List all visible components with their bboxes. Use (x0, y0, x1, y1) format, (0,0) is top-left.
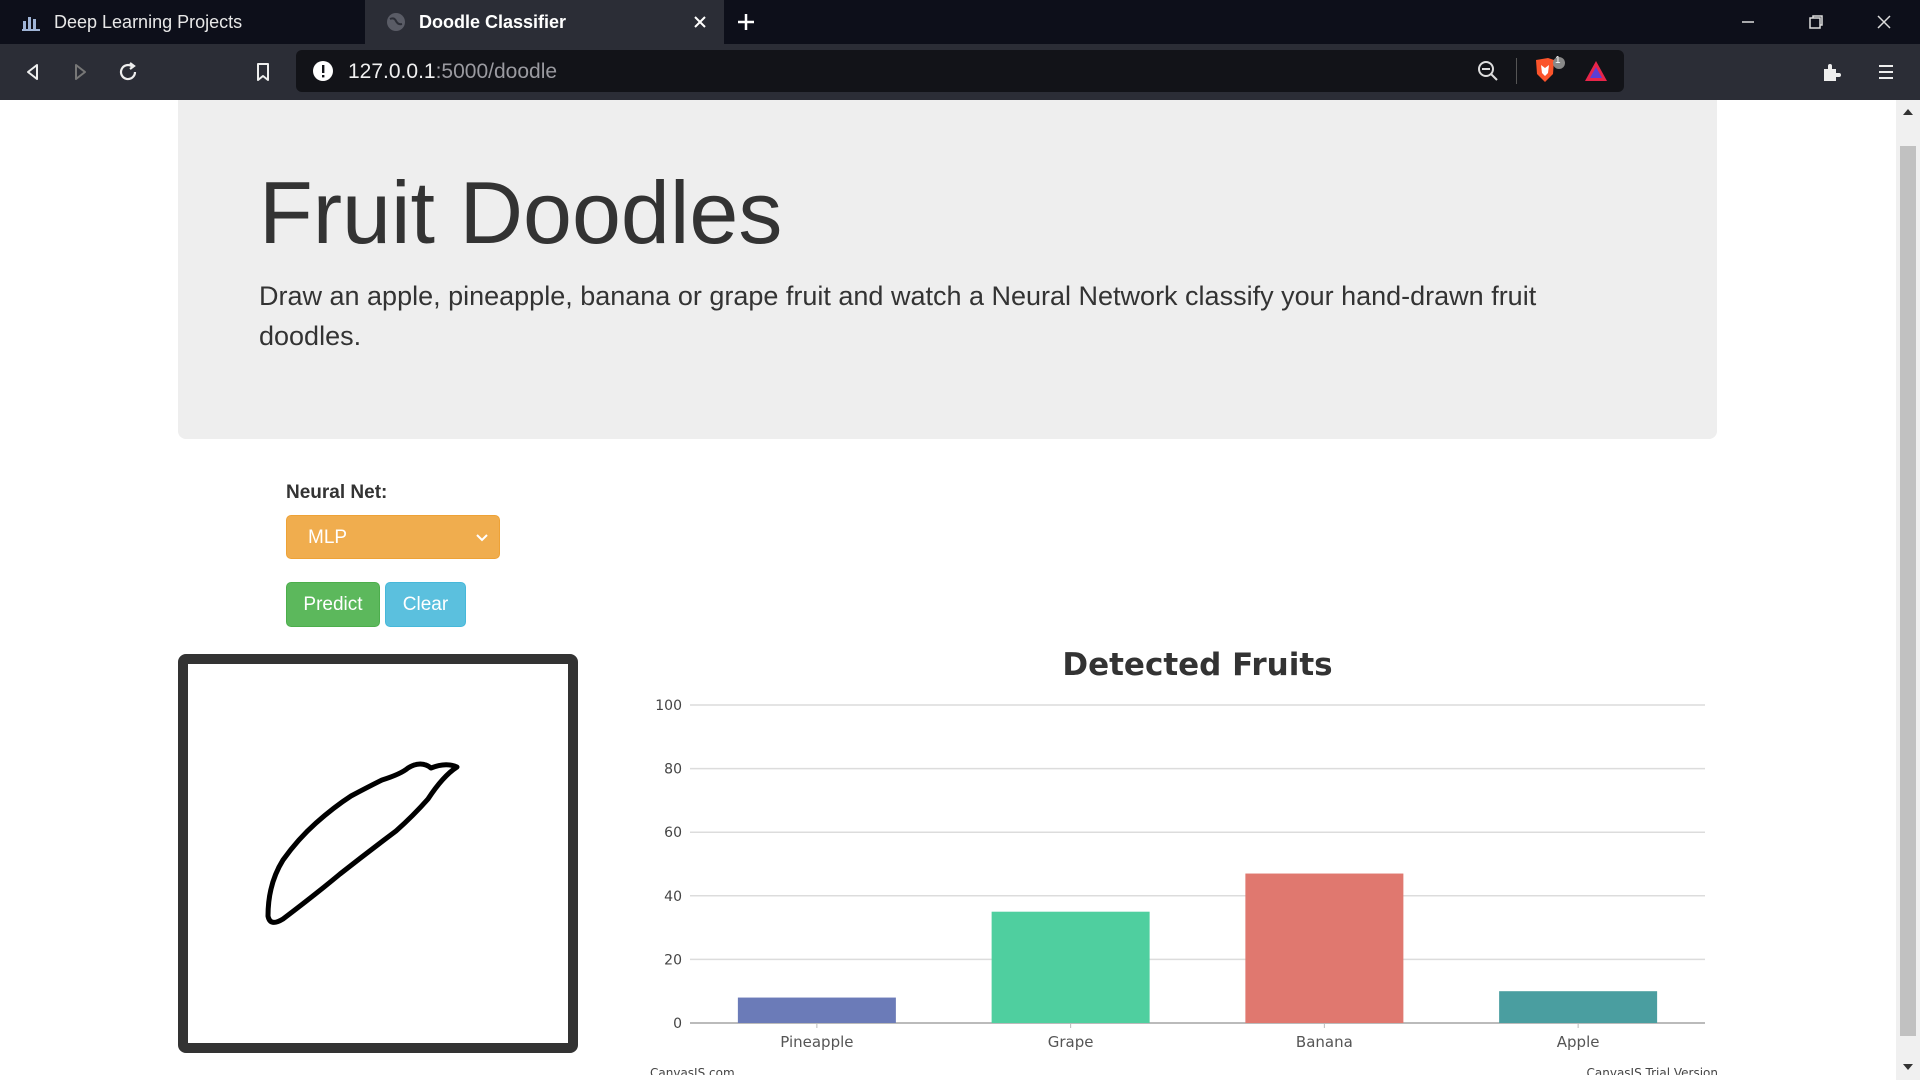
y-tick-label: 0 (673, 1016, 682, 1032)
page-lead: Draw an apple, pineapple, banana or grap… (259, 281, 1537, 351)
neural-net-selected: MLP (308, 527, 348, 548)
predict-button[interactable]: Predict (286, 582, 380, 627)
globe-favicon-icon (385, 11, 407, 33)
brave-rewards-icon[interactable] (1583, 59, 1609, 83)
clear-button[interactable]: Clear (385, 582, 466, 627)
y-tick-label: 80 (664, 762, 682, 778)
y-tick-label: 40 (664, 889, 682, 905)
browser-tab-bar: Deep Learning Projects Doodle Classifier (0, 0, 1920, 44)
url-text[interactable]: 127.0.0.1:5000/doodle (348, 60, 557, 84)
detected-fruits-chart: Detected Fruits 0 20 40 60 80 100 Pineapple Grap… (640, 645, 1720, 1080)
new-tab-icon[interactable] (732, 8, 760, 36)
tab-label: Doodle Classifier (419, 11, 567, 32)
address-bar[interactable]: 127.0.0.1:5000/doodle 1 (296, 50, 1624, 92)
brave-shields-icon[interactable]: 1 (1532, 55, 1566, 86)
neural-net-select[interactable]: MLP (286, 515, 500, 559)
close-tab-icon[interactable] (688, 10, 712, 34)
reload-icon[interactable] (112, 56, 144, 88)
tab-label: Deep Learning Projects (54, 11, 243, 32)
scroll-thumb[interactable] (1900, 146, 1916, 1036)
y-tick-label: 60 (664, 825, 682, 841)
bookmark-icon[interactable] (247, 56, 279, 88)
bar-banana (1245, 873, 1404, 1023)
shields-count: 1 (1555, 55, 1561, 66)
url-path: :5000/doodle (435, 60, 558, 83)
forward-icon[interactable] (64, 56, 96, 88)
url-host: 127.0.0.1 (348, 60, 436, 83)
y-tick-label: 20 (664, 952, 682, 968)
chart-svg: Detected Fruits 0 20 40 60 80 100 Pineapple Grap… (650, 647, 1718, 1080)
restore-icon[interactable] (1782, 0, 1850, 44)
drawing-canvas[interactable] (178, 654, 578, 1053)
neural-net-label: Neural Net: (286, 482, 388, 503)
chart-credit-left: CanvasJS.com (650, 1066, 735, 1075)
bar-grape (991, 911, 1150, 1023)
minimize-icon[interactable] (1714, 0, 1782, 44)
x-tick-label: Pineapple (780, 1033, 853, 1051)
chart-title: Detected Fruits (1062, 647, 1332, 683)
tab-doodle-classifier[interactable]: Doodle Classifier (365, 0, 724, 44)
bar-pineapple (737, 997, 896, 1023)
y-tick-label: 100 (655, 698, 682, 714)
page-title: Fruit Doodles (259, 163, 783, 262)
chart-favicon-icon (20, 11, 42, 33)
scroll-up-icon[interactable] (1901, 105, 1915, 119)
chevron-down-icon (473, 528, 491, 546)
bar-apple (1499, 991, 1658, 1023)
extensions-icon[interactable] (1815, 56, 1847, 88)
menu-icon[interactable] (1870, 56, 1902, 88)
close-window-icon[interactable] (1850, 0, 1918, 44)
divider (1516, 58, 1517, 84)
doodle-stroke (265, 761, 460, 925)
back-icon[interactable] (17, 56, 49, 88)
chart-credit-right: CanvasJS Trial Version (1587, 1066, 1718, 1075)
page-viewport: Fruit Doodles Draw an apple, pineapple, … (0, 100, 1896, 1080)
x-tick-label: Apple (1557, 1033, 1600, 1051)
page-scrollbar[interactable] (1896, 100, 1920, 1080)
jumbotron: Fruit Doodles Draw an apple, pineapple, … (178, 100, 1717, 439)
x-tick-label: Banana (1296, 1033, 1353, 1051)
zoom-out-icon[interactable] (1476, 59, 1500, 83)
x-tick-label: Grape (1048, 1033, 1094, 1051)
tab-deep-learning-projects[interactable]: Deep Learning Projects (0, 0, 364, 44)
info-icon[interactable] (312, 60, 334, 82)
scroll-down-icon[interactable] (1901, 1060, 1915, 1074)
